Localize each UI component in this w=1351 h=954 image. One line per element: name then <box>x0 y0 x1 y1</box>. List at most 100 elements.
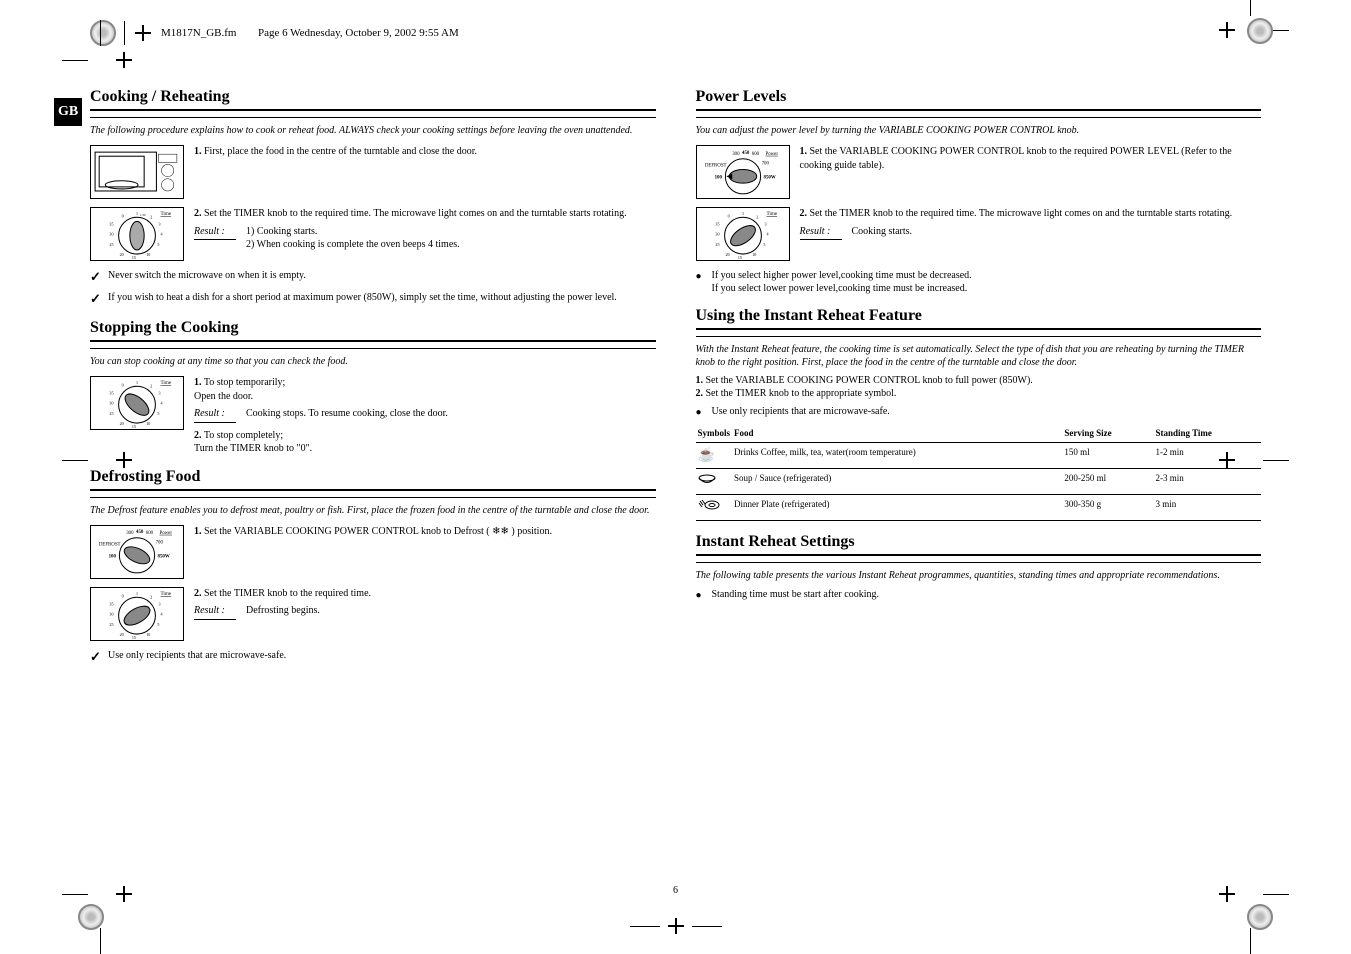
cell-size: 200-250 ml <box>1062 469 1153 495</box>
cross-icon <box>666 916 686 936</box>
cell-food: Dinner Plate (refrigerated) <box>732 495 1062 521</box>
result-label: Result : <box>800 225 842 241</box>
svg-text:15: 15 <box>132 425 136 430</box>
step-number: 1. <box>194 146 202 157</box>
table-header: Food <box>732 424 1062 443</box>
intro-text: The Defrost feature enables you to defro… <box>90 504 656 517</box>
section-title: Using the Instant Reheat Feature <box>696 307 1262 325</box>
svg-text:10: 10 <box>146 632 150 637</box>
intro-text: You can stop cooking at any time so that… <box>90 355 656 368</box>
svg-text:1: 1 <box>136 212 138 217</box>
svg-text:Time: Time <box>766 212 777 218</box>
page-date: Page 6 Wednesday, October 9, 2002 9:55 A… <box>258 27 459 39</box>
dinner-plate-icon <box>698 499 720 516</box>
checkmark-icon: ✓ <box>90 649 104 665</box>
step-text: Set the VARIABLE COOKING POWER CONTROL k… <box>706 375 1033 386</box>
bullet-icon: ● <box>696 271 712 282</box>
svg-text:4: 4 <box>161 232 163 237</box>
svg-text:35: 35 <box>109 601 113 606</box>
result-label: Result : <box>194 407 236 423</box>
result-text: 1) Cooking starts. <box>246 225 656 238</box>
cell-food: Soup / Sauce (refrigerated) <box>732 469 1062 495</box>
section-title: Defrosting Food <box>90 468 656 486</box>
step-number: 1. <box>194 377 202 388</box>
step-number: 2. <box>696 388 704 399</box>
svg-text:100: 100 <box>109 554 117 559</box>
cell-time: 1-2 min <box>1153 443 1261 469</box>
svg-text:100: 100 <box>714 175 722 180</box>
bowl-icon <box>698 473 716 490</box>
section-title: Instant Reheat Settings <box>696 533 1262 551</box>
svg-text:DEFROST: DEFROST <box>704 163 726 168</box>
svg-text:600: 600 <box>751 151 759 156</box>
svg-text:600: 600 <box>146 531 154 536</box>
instant-reheat-table: Symbols Food Serving Size Standing Time … <box>696 424 1262 521</box>
svg-text:35: 35 <box>715 222 719 227</box>
svg-text:450: 450 <box>742 150 750 155</box>
step-text: Set the TIMER knob to the required time.… <box>204 208 627 219</box>
svg-text:0: 0 <box>122 593 124 598</box>
svg-text:450: 450 <box>136 530 144 535</box>
svg-text:30: 30 <box>109 612 113 617</box>
svg-text:20: 20 <box>120 252 124 257</box>
defrost-icon: ❄❄ <box>492 526 509 537</box>
intro-text: The following table presents the various… <box>696 569 1262 582</box>
cell-size: 300-350 g <box>1062 495 1153 521</box>
step-number: 1. <box>194 526 202 537</box>
svg-text:30: 30 <box>715 232 719 237</box>
svg-text:3: 3 <box>158 222 160 227</box>
step-text: Set the TIMER knob to the appropriate sy… <box>706 388 897 399</box>
svg-text:0: 0 <box>122 383 124 388</box>
svg-text:15: 15 <box>737 256 741 261</box>
svg-text:2: 2 <box>150 384 152 389</box>
step-text: Set the VARIABLE COOKING POWER CONTROL k… <box>800 146 1232 171</box>
step-text: To stop temporarily; <box>204 377 286 388</box>
table-row: Dinner Plate (refrigerated) 300-350 g 3 … <box>696 495 1262 521</box>
checkmark-icon: ✓ <box>90 269 104 285</box>
timer-dial-icon: Time353025201510543210 <box>90 587 184 641</box>
result-text: Cooking starts. <box>852 225 1262 238</box>
step-text: To stop completely; <box>204 430 283 441</box>
svg-text:Time: Time <box>161 381 172 387</box>
bullet-icon: ● <box>696 590 712 601</box>
svg-text:1: 1 <box>741 212 743 217</box>
power-dial-icon: Power300450600700850WDEFROST100 <box>696 145 790 199</box>
svg-text:20: 20 <box>120 632 124 637</box>
step-text: Set the TIMER knob to the required time.… <box>810 208 1233 219</box>
note-text: Never switch the microwave on when it is… <box>108 269 656 282</box>
cell-food: Drinks Coffee, milk, tea, water(room tem… <box>732 443 1062 469</box>
timer-dial-icon: Time3530252015105432101:30 <box>90 207 184 261</box>
note-text: If you select lower power level,cooking … <box>712 282 1262 295</box>
section-title: Cooking / Reheating <box>90 88 656 106</box>
svg-text:0: 0 <box>727 214 729 219</box>
svg-text:Power: Power <box>765 151 778 156</box>
step-number: 1. <box>800 146 808 157</box>
svg-text:25: 25 <box>715 242 719 247</box>
timer-dial-icon: Time353025201510543210 <box>696 207 790 261</box>
section-title: Power Levels <box>696 88 1262 106</box>
svg-text:10: 10 <box>146 252 150 257</box>
svg-text:2: 2 <box>756 215 758 220</box>
svg-text:2: 2 <box>150 215 152 220</box>
note-text: Standing time must be start after cookin… <box>712 588 1262 601</box>
language-tab: GB <box>54 98 82 126</box>
svg-text:850W: 850W <box>158 554 170 559</box>
result-text: Cooking stops. To resume cooking, close … <box>246 407 656 420</box>
intro-text: You can adjust the power level by turnin… <box>696 124 1262 137</box>
svg-text:Time: Time <box>161 212 172 218</box>
svg-text:25: 25 <box>109 622 113 627</box>
svg-text:300: 300 <box>126 531 134 536</box>
step-text: Set the VARIABLE COOKING POWER CONTROL k… <box>204 526 552 537</box>
svg-text:20: 20 <box>120 421 124 426</box>
svg-text:25: 25 <box>109 411 113 416</box>
svg-text:10: 10 <box>752 252 756 257</box>
step-text: First, place the food in the centre of t… <box>204 146 477 157</box>
microwave-diagram-icon <box>90 145 184 199</box>
svg-text:10: 10 <box>146 421 150 426</box>
svg-text:35: 35 <box>109 222 113 227</box>
svg-text:5: 5 <box>763 242 765 247</box>
file-header: M1817N_GB.fm Page 6 Wednesday, October 9… <box>90 20 1261 46</box>
result-text: 2) When cooking is complete the oven bee… <box>246 238 656 251</box>
svg-text:1: 1 <box>136 591 138 596</box>
svg-text:4: 4 <box>161 612 163 617</box>
